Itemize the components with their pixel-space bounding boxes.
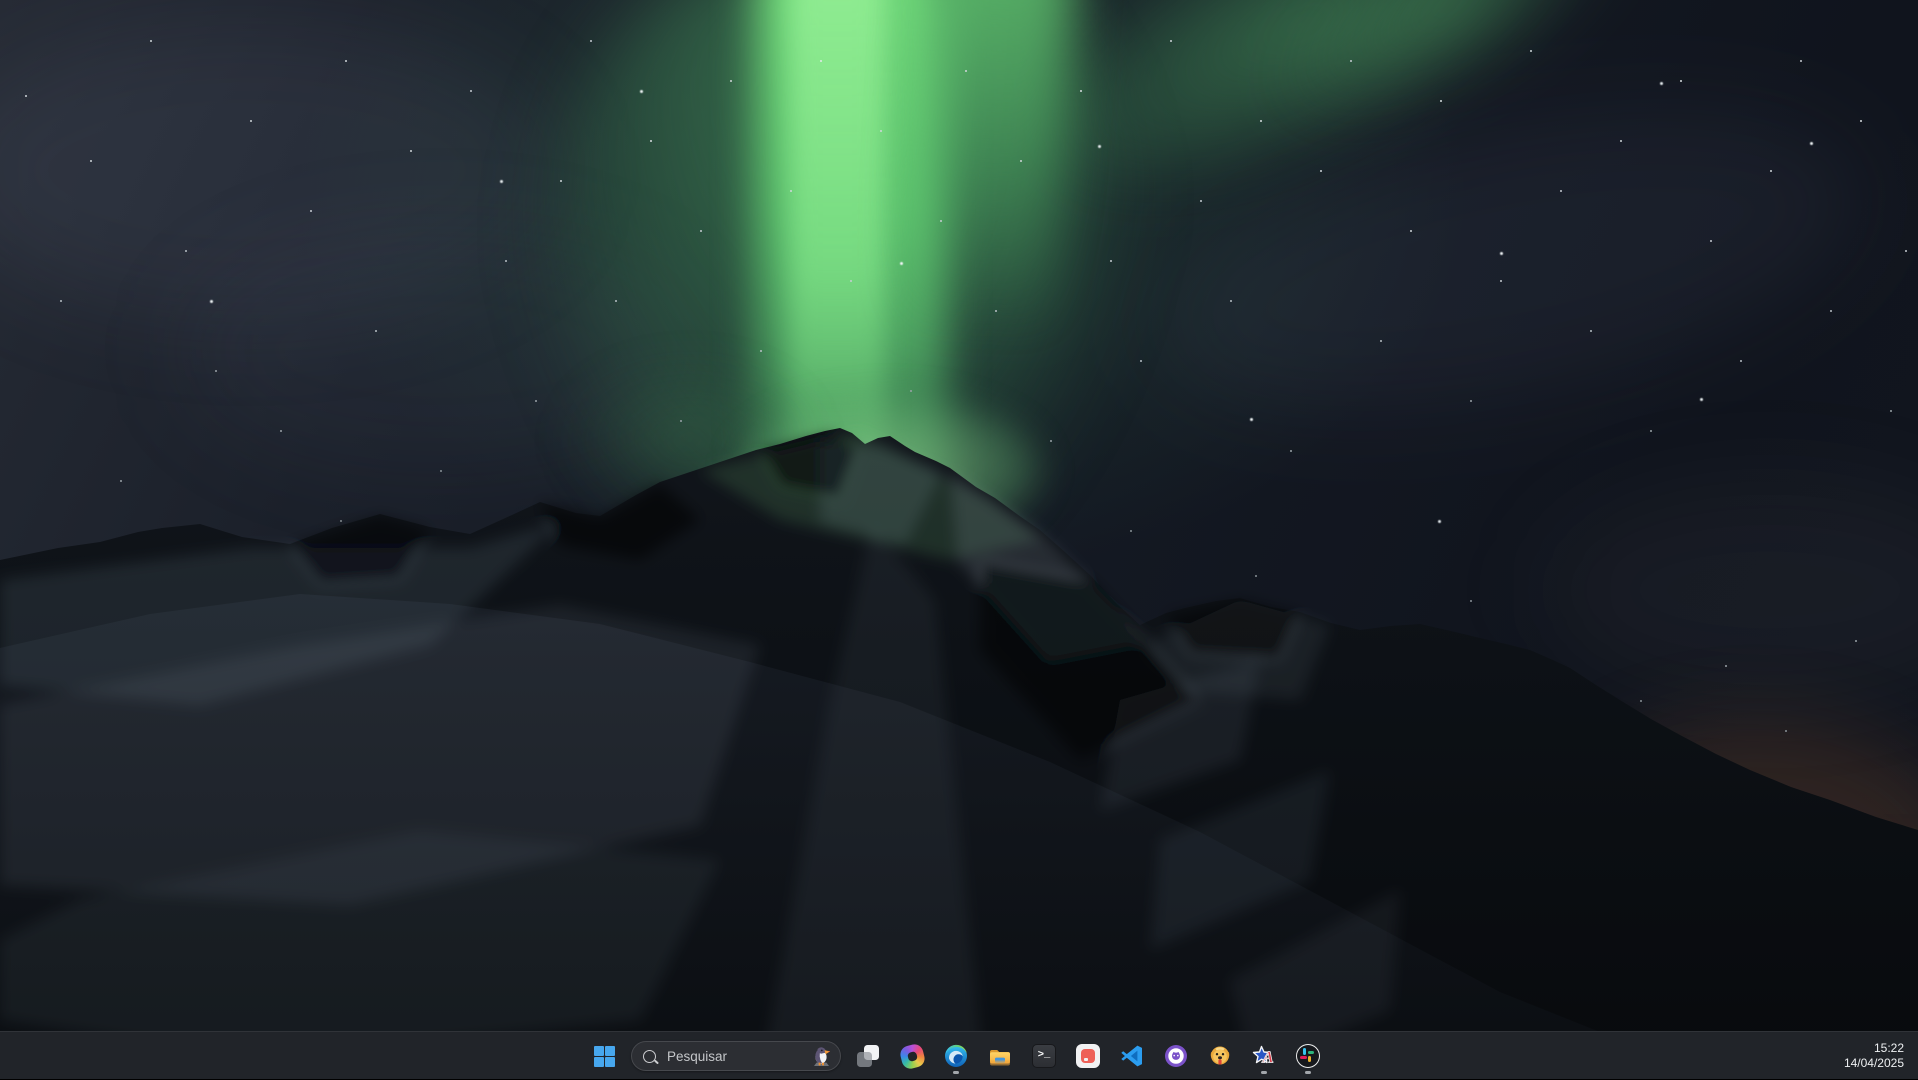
edge-button[interactable] — [936, 1036, 976, 1076]
puffin-bird-icon — [810, 1043, 834, 1069]
taskbar: >_ — [0, 1031, 1918, 1079]
slack-icon — [1296, 1044, 1320, 1068]
slack-button[interactable] — [1288, 1036, 1328, 1076]
dog-app-icon — [1208, 1044, 1232, 1068]
terminal-icon: >_ — [1032, 1044, 1056, 1068]
clock-date: 14/04/2025 — [1844, 1056, 1904, 1071]
github-desktop-icon — [1164, 1044, 1188, 1068]
start-button[interactable] — [584, 1036, 624, 1076]
windows-logo-icon — [594, 1046, 615, 1067]
star-a-app-button[interactable]: A — [1244, 1036, 1284, 1076]
running-indicator — [1261, 1071, 1267, 1074]
github-desktop-button[interactable] — [1156, 1036, 1196, 1076]
file-explorer-icon — [988, 1044, 1012, 1068]
copilot-icon — [898, 1042, 926, 1070]
running-indicator — [1305, 1071, 1311, 1074]
vscode-button[interactable] — [1112, 1036, 1152, 1076]
terminal-button[interactable]: >_ — [1024, 1036, 1064, 1076]
task-view-icon — [856, 1044, 880, 1068]
taskbar-center-group: >_ — [584, 1036, 1328, 1076]
edge-icon — [944, 1044, 968, 1068]
red-square-app-icon — [1076, 1044, 1100, 1068]
dog-app-button[interactable] — [1200, 1036, 1240, 1076]
search-input[interactable] — [665, 1048, 806, 1065]
vscode-icon — [1120, 1044, 1144, 1068]
clock-time: 15:22 — [1874, 1041, 1904, 1056]
running-indicator — [953, 1071, 959, 1074]
task-view-button[interactable] — [848, 1036, 888, 1076]
mountain-silhouette — [0, 0, 1918, 1079]
search-icon — [643, 1050, 656, 1063]
copilot-button[interactable] — [892, 1036, 932, 1076]
desktop-wallpaper — [0, 0, 1918, 1079]
taskbar-clock[interactable]: 15:22 14/04/2025 — [1834, 1032, 1918, 1080]
red-square-app-button[interactable] — [1068, 1036, 1108, 1076]
svg-text:A: A — [1262, 1048, 1274, 1067]
star-a-app-icon: A — [1252, 1044, 1276, 1068]
file-explorer-button[interactable] — [980, 1036, 1020, 1076]
taskbar-search[interactable] — [631, 1041, 841, 1071]
